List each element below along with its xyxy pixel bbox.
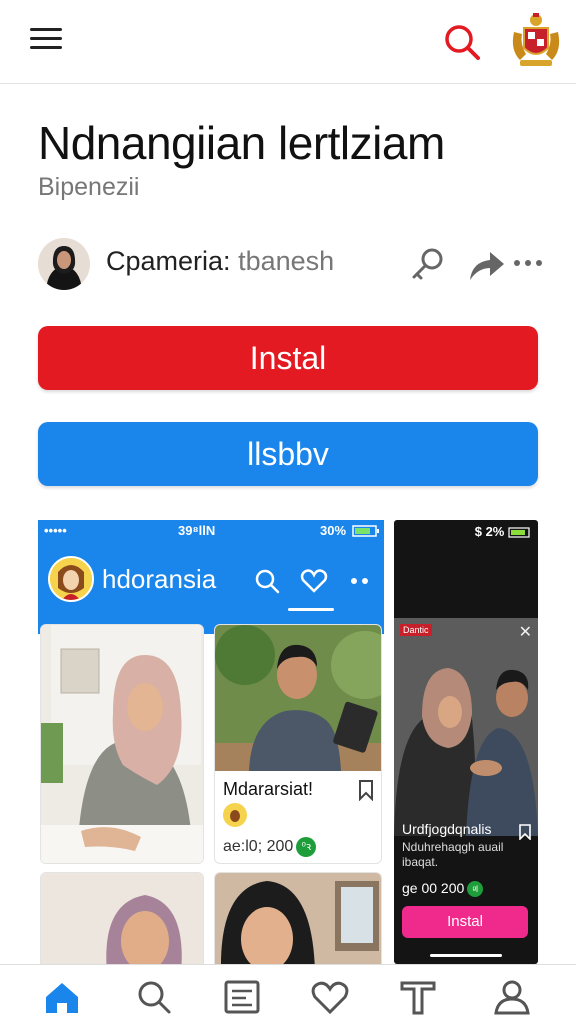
promo-tag: Dantic bbox=[400, 624, 432, 636]
home-indicator bbox=[430, 954, 502, 957]
signal-dots: ••••• bbox=[44, 523, 67, 538]
bookmark-icon[interactable] bbox=[357, 779, 375, 801]
rating-badge: ᵍl bbox=[467, 881, 484, 898]
card-meta: ae:l0; 200 ⁰ꝛ bbox=[223, 837, 317, 857]
card-photo bbox=[41, 625, 203, 863]
avatar[interactable] bbox=[38, 238, 90, 290]
search-icon[interactable] bbox=[440, 20, 484, 64]
install-button[interactable]: Instal bbox=[38, 326, 538, 390]
promo-install-button[interactable]: Instal bbox=[402, 906, 528, 938]
list-item[interactable] bbox=[214, 872, 382, 970]
list-item[interactable]: Mdararsiat! ae:l0; 200 ⁰ꝛ bbox=[214, 624, 382, 864]
app-brand-name: hdoransia bbox=[102, 564, 217, 594]
card-title: Mdararsiat! bbox=[223, 779, 314, 799]
key-icon[interactable] bbox=[408, 244, 448, 284]
app-preview-screenshot: ••••• 39⁸llN 30% hdoransia Mdararsiat! a… bbox=[38, 520, 384, 970]
card-photo bbox=[41, 873, 203, 970]
more-icon[interactable] bbox=[350, 576, 370, 586]
hamburger-menu-icon[interactable] bbox=[28, 24, 64, 54]
page-title: Ndnangiian lertlziam bbox=[38, 117, 445, 169]
heart-icon[interactable] bbox=[300, 568, 328, 594]
battery-icon bbox=[508, 527, 530, 538]
tab-indicator bbox=[288, 608, 334, 611]
home-icon[interactable] bbox=[42, 979, 82, 1015]
author-name-label: Cpameria: bbox=[106, 246, 231, 276]
search-icon[interactable] bbox=[134, 979, 174, 1015]
close-icon[interactable]: ✕ bbox=[519, 622, 532, 642]
share-icon[interactable] bbox=[466, 246, 506, 282]
promo-title: Urdfjogdqnalis bbox=[402, 821, 492, 837]
list-item[interactable] bbox=[40, 872, 204, 970]
card-photo bbox=[215, 873, 381, 970]
promo-price: ge 00 200 ᵍl bbox=[402, 880, 484, 898]
rating-badge: ⁰ꝛ bbox=[296, 837, 317, 857]
secondary-button[interactable]: llsbbv bbox=[38, 422, 538, 486]
text-icon[interactable] bbox=[398, 979, 438, 1015]
heart-icon[interactable] bbox=[310, 979, 350, 1015]
list-item[interactable] bbox=[40, 624, 204, 864]
page-subtitle: Bipenezii bbox=[38, 173, 140, 201]
battery-icon bbox=[352, 525, 379, 537]
list-icon[interactable] bbox=[222, 979, 262, 1015]
author-handle: tbanesh bbox=[238, 246, 335, 276]
battery-percent: 30% bbox=[320, 523, 347, 538]
app-logo-icon bbox=[48, 556, 94, 602]
status-time: 39⁸llN bbox=[178, 523, 216, 538]
app-logo-icon bbox=[223, 803, 247, 827]
promo-photo bbox=[394, 618, 538, 836]
battery-percent: $ 2% bbox=[474, 524, 505, 539]
search-icon[interactable] bbox=[254, 568, 280, 594]
status-bar: ••••• 39⁸llN 30% bbox=[38, 520, 384, 542]
promo-price-value: ge 00 200 bbox=[402, 880, 465, 896]
top-app-bar bbox=[0, 0, 576, 84]
profile-icon[interactable] bbox=[492, 979, 532, 1015]
promo-description: Nduhrehaqgh auail ibaqat. bbox=[402, 840, 504, 869]
card-photo bbox=[215, 625, 381, 771]
bookmark-icon[interactable] bbox=[518, 824, 532, 840]
promo-panel: $ 2% Dantic ✕ Urdfjogdqnalis Nduhrehaqgh… bbox=[394, 520, 538, 964]
author-name[interactable]: Cpameria: tbanesh bbox=[106, 246, 334, 277]
status-bar: $ 2% bbox=[475, 524, 532, 539]
card-price: ae:l0; 200 bbox=[223, 838, 294, 856]
crest-logo-icon bbox=[512, 13, 560, 66]
bottom-nav bbox=[0, 964, 576, 1024]
more-icon[interactable] bbox=[512, 250, 544, 276]
